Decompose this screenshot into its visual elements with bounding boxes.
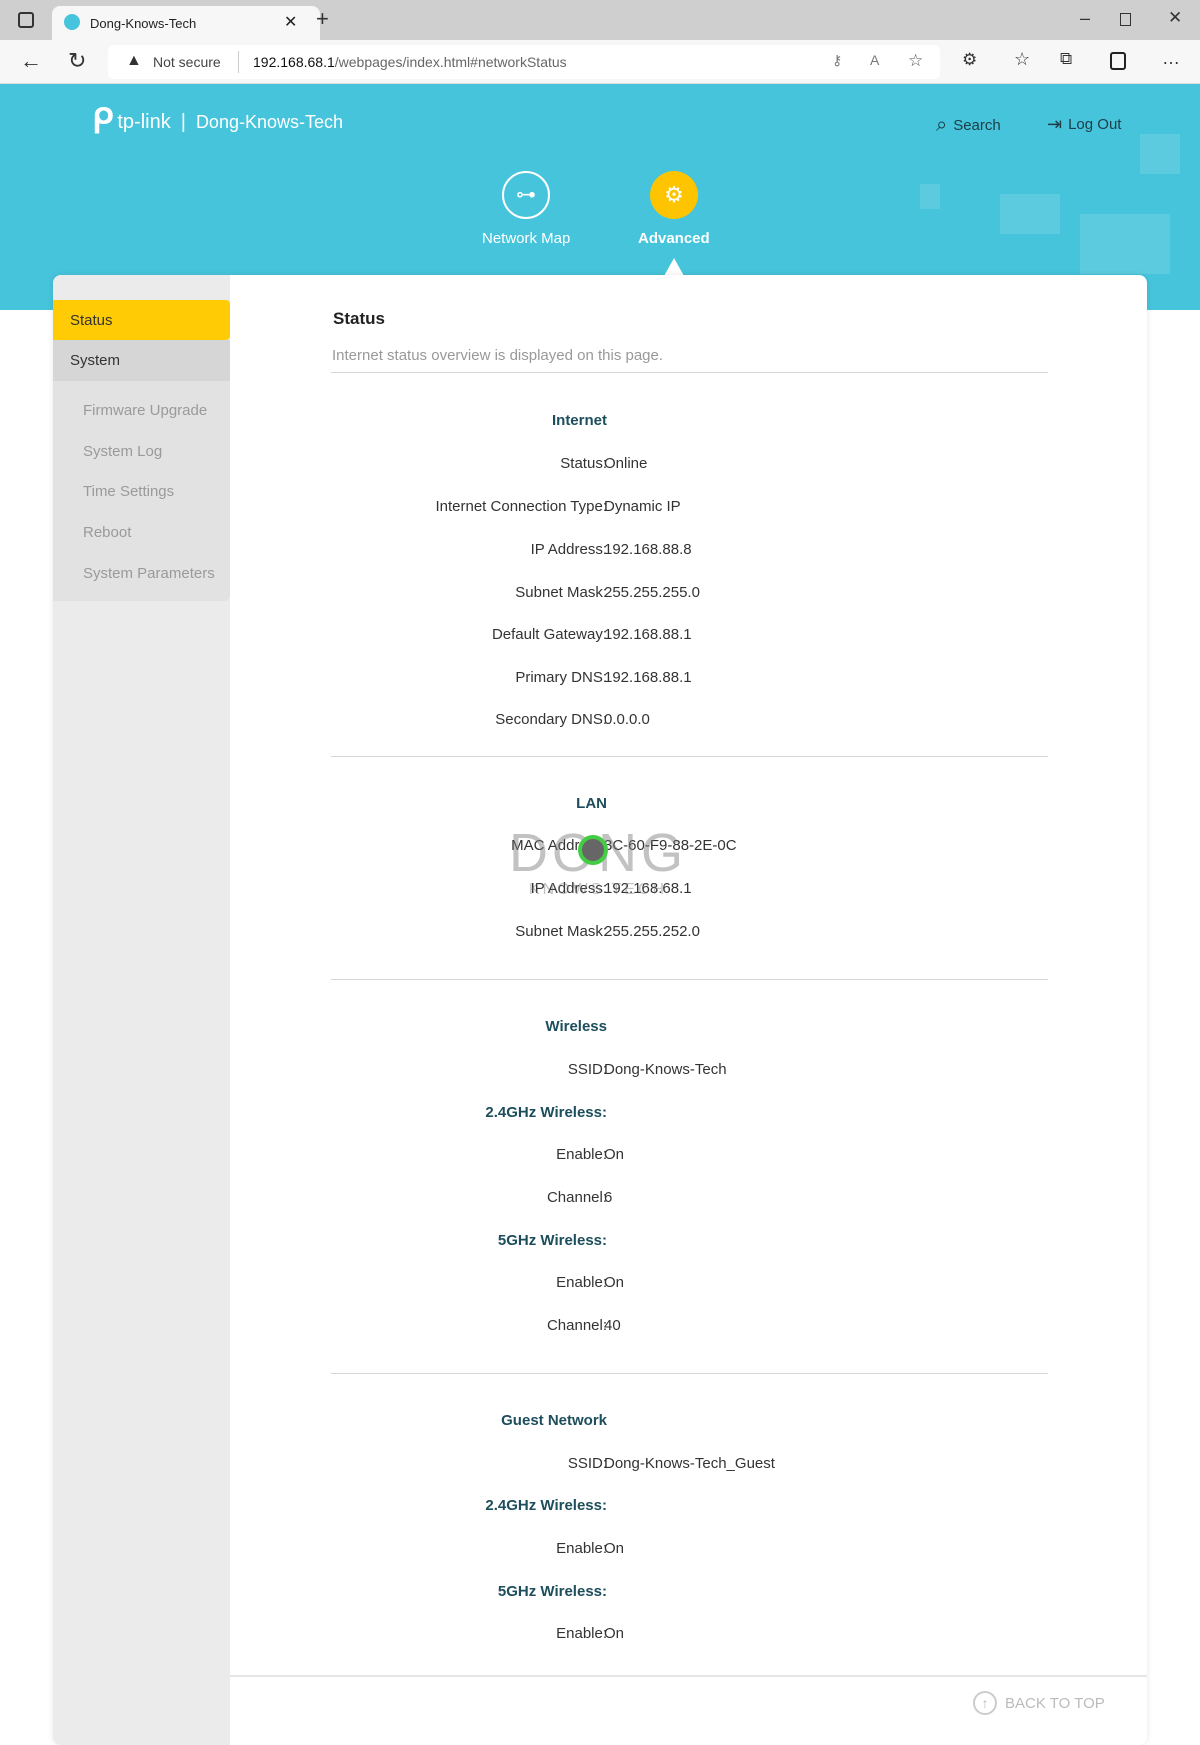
- subnet-mask-value: 255.255.255.0: [604, 584, 700, 601]
- tplink-logo-icon: ᑭ: [92, 103, 114, 141]
- field-label: Internet Connection Type:: [435, 498, 607, 515]
- field-label: Subnet Mask:: [515, 584, 607, 601]
- close-tab-icon[interactable]: ✕: [284, 12, 297, 32]
- logo[interactable]: ᑭ tp-link | Dong-Knows-Tech: [92, 102, 343, 142]
- gear-icon[interactable]: ⚙: [650, 171, 698, 219]
- logout-button[interactable]: ⇥ Log Out: [1047, 114, 1121, 135]
- sidebar-subitem-reboot[interactable]: Reboot: [83, 524, 131, 541]
- read-aloud-icon[interactable]: A: [870, 52, 879, 68]
- more-icon[interactable]: …: [1162, 48, 1180, 69]
- extensions-icon[interactable]: ⚙: [962, 50, 977, 70]
- minimize-icon[interactable]: –: [1080, 8, 1090, 29]
- field-label: Default Gateway:: [491, 626, 607, 643]
- field-label: Enable:: [556, 1540, 607, 1557]
- url-host: 192.168.68.1: [253, 54, 335, 70]
- tab-advanced[interactable]: Advanced: [638, 230, 710, 247]
- field-label: Primary DNS:: [515, 669, 607, 686]
- key-icon[interactable]: ⚷: [832, 52, 842, 69]
- lan-subnet-value: 255.255.252.0: [604, 923, 700, 940]
- enable-5-value: On: [604, 1274, 625, 1291]
- favorite-add-icon[interactable]: ☆: [908, 51, 923, 71]
- active-tab-pointer: [664, 258, 684, 276]
- arrow-up-icon: ↑: [973, 1691, 997, 1715]
- lan-ip-value: 192.168.68.1: [604, 880, 692, 897]
- band-24-heading: 2.4GHz Wireless:: [485, 1104, 607, 1121]
- field-label: Status:: [560, 455, 607, 472]
- field-label: Enable:: [556, 1146, 607, 1163]
- mac-address-value: 3C-60-F9-88-2E-0C: [604, 837, 737, 854]
- page-description: Internet status overview is displayed on…: [332, 347, 664, 364]
- warning-icon: ▲: [126, 52, 142, 69]
- browser-tab[interactable]: Dong-Knows-Tech ✕: [52, 6, 320, 40]
- field-label: MAC Address:: [511, 837, 607, 854]
- guest-ssid-value: Dong-Knows-Tech_Guest: [604, 1455, 775, 1472]
- main-card: Status System Firmware Upgrade System Lo…: [53, 275, 1147, 1745]
- not-secure-label[interactable]: Not secure: [153, 54, 221, 70]
- field-label: Enable:: [556, 1274, 607, 1291]
- logout-label: Log Out: [1068, 116, 1122, 133]
- field-label: IP Address:: [530, 541, 607, 558]
- sidebar-subitem-system-parameters[interactable]: System Parameters: [83, 565, 215, 582]
- section-wireless: Wireless: [545, 1018, 607, 1035]
- new-tab-icon[interactable]: +: [316, 6, 329, 32]
- maximize-icon[interactable]: [1120, 13, 1131, 26]
- tplink-favicon-icon: [64, 14, 80, 30]
- network-map-icon[interactable]: ⊶: [502, 171, 550, 219]
- connection-type-value: Dynamic IP: [604, 498, 681, 515]
- field-label: Enable:: [556, 1625, 607, 1642]
- field-label: SSID:: [567, 1455, 607, 1472]
- ssid-value: Dong-Knows-Tech: [604, 1061, 727, 1078]
- guest-enable-24-value: On: [604, 1540, 625, 1557]
- address-row: ← ↻ ▲ Not secure 192.168.68.1/webpages/i…: [0, 40, 1200, 84]
- device-name: Dong-Knows-Tech: [195, 111, 344, 132]
- url-path: /webpages/index.html#networkStatus: [334, 54, 567, 70]
- channel-24-value: 6: [604, 1189, 613, 1206]
- field-label: Secondary DNS:: [495, 711, 607, 728]
- section-guest-network: Guest Network: [501, 1412, 607, 1429]
- profile-extension-icon[interactable]: [1110, 52, 1126, 70]
- field-label: Channel:: [546, 1189, 607, 1206]
- search-button[interactable]: ⌕ Search: [936, 114, 1001, 137]
- section-lan: LAN: [576, 795, 607, 812]
- refresh-icon[interactable]: ↻: [68, 48, 86, 74]
- field-label: Channel:: [546, 1317, 607, 1334]
- tab-title: Dong-Knows-Tech: [90, 16, 197, 31]
- default-gateway-value: 192.168.88.1: [604, 626, 692, 643]
- back-to-top-label: BACK TO TOP: [1005, 1694, 1105, 1712]
- address-bar[interactable]: ▲ Not secure 192.168.68.1/webpages/index…: [108, 45, 940, 79]
- close-window-icon[interactable]: ✕: [1168, 8, 1182, 28]
- field-label: IP Address:: [530, 880, 607, 897]
- primary-dns-value: 192.168.88.1: [604, 669, 692, 686]
- ip-address-value: 192.168.88.8: [604, 541, 692, 558]
- back-to-top-button[interactable]: ↑ BACK TO TOP: [973, 1691, 1105, 1715]
- field-label: SSID:: [567, 1061, 607, 1078]
- sidebar: Status System Firmware Upgrade System Lo…: [53, 275, 230, 1745]
- sidebar-toggle-icon[interactable]: [18, 12, 34, 28]
- guest-band-24-heading: 2.4GHz Wireless:: [485, 1497, 607, 1514]
- sidebar-item-status[interactable]: Status: [53, 300, 230, 340]
- guest-band-5-heading: 5GHz Wireless:: [497, 1583, 607, 1600]
- page-title: Status: [333, 309, 385, 328]
- search-icon: ⌕: [936, 114, 948, 136]
- enable-24-value: On: [604, 1146, 625, 1163]
- back-icon[interactable]: ←: [20, 48, 42, 74]
- status-value: Online: [604, 455, 648, 472]
- logout-icon: ⇥: [1047, 114, 1063, 134]
- collections-icon[interactable]: ⧉: [1060, 49, 1072, 69]
- sidebar-item-system[interactable]: System: [53, 340, 230, 381]
- search-label: Search: [953, 117, 1001, 134]
- band-5-heading: 5GHz Wireless:: [497, 1232, 607, 1249]
- brand-name: tp-link: [117, 110, 171, 133]
- browser-tab-bar: Dong-Knows-Tech ✕ + – ✕: [0, 0, 1200, 40]
- field-label: Subnet Mask:: [515, 923, 607, 940]
- secondary-dns-value: 0.0.0.0: [604, 711, 650, 728]
- channel-5-value: 40: [604, 1317, 621, 1334]
- section-internet: Internet: [551, 412, 607, 429]
- favorites-icon[interactable]: ☆: [1014, 49, 1030, 70]
- tab-network-map[interactable]: Network Map: [482, 230, 570, 247]
- guest-enable-5-value: On: [604, 1625, 625, 1642]
